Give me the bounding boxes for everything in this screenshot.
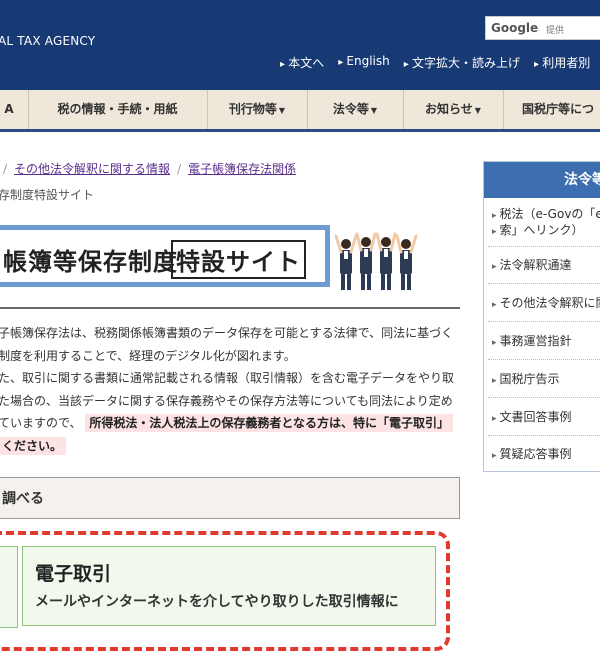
search-placeholder: 提供 [546,26,565,36]
card-description: メールやインターネットを介してやり取りした取引情報に [35,594,399,610]
staff-illustration-icon [334,232,418,290]
google-logo: Google [491,21,539,35]
sidebar-divider [488,359,600,360]
banner-highlight: 特設サイト [171,240,306,279]
nav-item-nta-org[interactable]: 国税庁等につ [503,90,600,129]
banner-title: 帳簿等保存制度 [3,248,178,276]
main-nav: A 税の情報・手続・用紙 刊行物等 ▼ 法令等 ▼ お知らせ ▼ 国税庁等につ [0,90,600,132]
sidebar-item-guidelines[interactable]: 事務運営指針 [492,334,572,351]
nav-item-news[interactable]: お知らせ ▼ [403,90,504,129]
intro-highlight: ください。 [0,436,67,455]
english-link[interactable]: English [338,54,389,71]
chevron-down-icon: ▼ [370,106,378,115]
sidebar-divider [488,246,600,247]
breadcrumb: / その他法令解釈に関する情報 / 電子帳簿保存法関係 [0,160,296,177]
chevron-down-icon: ▼ [278,106,286,115]
section-header: 調べる [0,477,460,519]
section-title: 調べる [2,491,44,507]
breadcrumb-link-e-books[interactable]: 電子帳簿保存法関係 [188,162,296,176]
sidebar-divider [488,435,600,436]
skip-to-content-link[interactable]: 本文へ [280,54,324,71]
site-header: AL TAX AGENCY Google 提供 本文へ English 文字拡大… [0,0,600,90]
intro-line: ください。 [0,435,460,458]
divider [0,307,460,309]
sidebar-divider [488,321,600,322]
sidebar-divider [488,283,600,284]
sidebar-item-tax-law[interactable]: 税法（e-Govの「e [492,207,600,224]
card-title: 電子取引 [35,563,112,585]
card-left-edge [0,546,18,628]
user-type-link[interactable]: 利用者別 [534,54,590,71]
nav-item-tax-info[interactable]: 税の情報・手続・用紙 [28,90,208,129]
intro-line: た、取引に関する書類に通常記載される情報（取引情報）を含む電子データをやり取 [0,371,455,385]
sidebar-item-qa[interactable]: 質疑応答事例 [492,447,572,464]
intro-line: ていますので、 所得税法・法人税法上の保存義務者となる方は、特に「電子取引」 [0,412,460,435]
search-input[interactable]: Google 提供 [485,16,600,40]
intro-line: 子帳簿保存法は、税務関係帳簿書類のデータ保存を可能とする法律で、同法に基づく [0,326,454,340]
sidebar-item-other-interpretations[interactable]: その他法令解釈に関 [492,296,600,313]
nav-label: お知らせ [425,102,473,116]
sidebar-laws: 法令等 税法（e-Govの「e 索」へリンク） 法令解釈通達 その他法令解釈に関… [483,161,600,472]
page-banner: 帳簿等保存制度 特設サイト [0,225,330,287]
intro-line-prefix: ていますので、 [0,416,82,430]
intro-line: た場合の、当該データに関する保存義務やその保存方法等についても同法により定め [0,393,453,408]
intro-highlight: 所得税法・法人税法上の保存義務者となる方は、特に「電子取引」 [85,414,454,432]
top-links: 本文へ English 文字拡大・読み上げ 利用者別 [280,54,600,71]
chevron-down-icon: ▼ [474,106,481,115]
breadcrumb-separator: / [3,162,8,176]
nav-label: 税の情報・手続・用紙 [57,102,178,116]
sidebar-item-circulars[interactable]: 法令解釈通達 [492,258,572,275]
sidebar-title: 法令等 [484,162,600,198]
nav-label: 刊行物等 [228,102,277,116]
text-size-link[interactable]: 文字拡大・読み上げ [404,54,520,71]
breadcrumb-separator: / [177,162,182,176]
agency-name[interactable]: AL TAX AGENCY [0,34,95,48]
page-subtitle: 存制度特設サイト [0,188,95,202]
nav-item-laws[interactable]: 法令等 ▼ [307,90,404,129]
sidebar-item-tax-law-cont[interactable]: 索」へリンク） [492,223,584,240]
nav-item-publications[interactable]: 刊行物等 ▼ [207,90,308,129]
nav-item-a[interactable]: A [0,90,29,129]
intro-paragraph: 子帳簿保存法は、税務関係帳簿書類のデータ保存を可能とする法律で、同法に基づく 制… [0,322,460,457]
nav-label: 国税庁等につ [521,102,594,116]
sidebar-item-notices[interactable]: 国税庁告示 [492,372,560,389]
intro-line: 制度を利用することで、経理のデジタル化が図れます。 [0,348,296,363]
e-transaction-card[interactable]: 電子取引 メールやインターネットを介してやり取りした取引情報に [22,546,436,626]
nav-label: A [4,102,14,116]
nav-label: 法令等 [332,102,369,116]
sidebar-divider [488,397,600,398]
sidebar-item-document-answers[interactable]: 文書回答事例 [492,410,572,427]
breadcrumb-link-other-laws[interactable]: その他法令解釈に関する情報 [14,162,170,176]
